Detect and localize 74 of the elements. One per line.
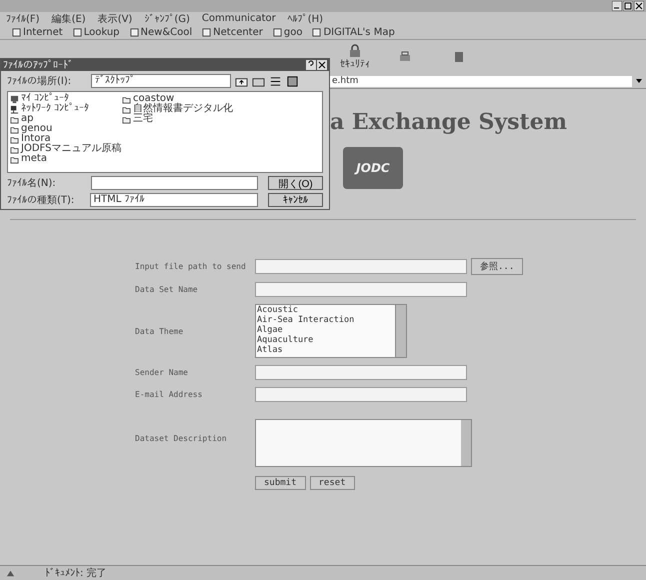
bookmark-link[interactable]: goo xyxy=(272,26,302,38)
bookmark-icon xyxy=(272,28,282,36)
bookmark-icon xyxy=(72,28,82,36)
field-label: Input file path to send xyxy=(135,262,247,271)
computer-icon xyxy=(10,94,19,104)
close-icon[interactable] xyxy=(634,1,644,11)
field-label: Data Theme xyxy=(135,326,184,336)
bookmark-icon xyxy=(130,28,139,36)
toolbar-button[interactable]: ｾｷｭﾘﾃｨ xyxy=(340,44,370,70)
minimize-icon[interactable] xyxy=(612,1,622,11)
file-item[interactable]: 三宅 xyxy=(122,114,272,124)
field-label: E-mail Address xyxy=(135,390,204,399)
close-icon[interactable] xyxy=(317,60,327,70)
list-option[interactable]: Acoustic xyxy=(257,305,395,315)
menu-item[interactable]: Communicator xyxy=(202,13,276,24)
file-item[interactable]: coastow xyxy=(122,94,272,104)
file-item[interactable]: ﾏｲ ｺﾝﾋﾟｭｰﾀ xyxy=(10,94,122,104)
file-path-field[interactable] xyxy=(255,259,467,274)
page-heading: a Exchange System xyxy=(330,109,567,135)
list-box[interactable]: Acoustic Air-Sea Interaction Algae Aquaculture Atlas xyxy=(255,304,407,358)
file-item[interactable]: 自然情報書デジタル化 xyxy=(122,104,272,114)
file-name-field[interactable] xyxy=(91,176,258,190)
list-option[interactable]: Air-Sea Interaction xyxy=(257,315,395,325)
field-label: Dataset Description xyxy=(135,434,228,442)
details-view-icon[interactable] xyxy=(286,74,299,88)
menu-item[interactable]: ｼﾞｬﾝﾌﾟ(G) xyxy=(144,12,190,24)
location-field[interactable]: e.htm xyxy=(330,76,632,86)
logo: JODC xyxy=(343,147,403,189)
text-field[interactable] xyxy=(255,365,467,380)
text-area[interactable] xyxy=(255,419,472,467)
bookmark-link[interactable]: DIGITAL's Map xyxy=(312,26,395,38)
list-option[interactable]: Aquaculture xyxy=(257,335,395,345)
bookmark-icon xyxy=(202,28,212,36)
maximize-icon[interactable] xyxy=(623,1,633,11)
browse-button[interactable]: 参照... xyxy=(471,258,524,275)
form-button[interactable]: reset xyxy=(310,476,355,490)
menu-item[interactable]: ﾍﾙﾌﾟ(H) xyxy=(288,12,324,24)
file-item[interactable]: JODFSマニュアル原稿 xyxy=(10,144,122,154)
file-item[interactable]: ap xyxy=(10,114,122,124)
file-item[interactable]: Intora xyxy=(10,134,122,144)
file-item[interactable]: meta xyxy=(10,154,122,164)
list-option[interactable]: Algae xyxy=(257,325,395,335)
open-button[interactable]: 開く(O) xyxy=(268,176,323,190)
menu-item[interactable]: ﾌｧｲﾙ(F) xyxy=(6,12,40,24)
file-item[interactable]: genou xyxy=(10,124,122,134)
menu-item[interactable]: 表示(V) xyxy=(98,12,132,26)
look-in-label: ﾌｧｲﾙの場所(I): xyxy=(7,74,72,88)
bookmark-link[interactable]: Internet xyxy=(12,26,63,38)
lock-icon xyxy=(348,44,362,58)
field-label: Data Set Name xyxy=(135,285,199,294)
file-name-label: ﾌｧｲﾙ名(N): xyxy=(7,177,57,190)
look-in-dropdown[interactable]: ﾃﾞｽｸﾄｯﾌﾟ xyxy=(91,74,231,88)
network-icon xyxy=(10,104,19,114)
scrollbar[interactable] xyxy=(395,305,406,357)
status-text: ﾄﾞｷｭﾒﾝﾄ: 完了 xyxy=(45,566,107,580)
bookmark-link[interactable]: New&Cool xyxy=(130,26,192,38)
file-type-dropdown[interactable]: HTML ﾌｧｲﾙ xyxy=(90,193,258,207)
bookmark-icon xyxy=(312,28,322,36)
help-icon[interactable] xyxy=(306,60,316,70)
list-view-icon[interactable] xyxy=(269,74,282,88)
cancel-button[interactable]: ｷｬﾝｾﾙ xyxy=(268,193,323,207)
list-option[interactable]: Atlas xyxy=(257,345,395,355)
dialog-title: ﾌｧｲﾙのｱｯﾌﾟﾛｰﾄﾞ xyxy=(3,59,74,71)
text-field[interactable] xyxy=(255,282,467,297)
bookmark-link[interactable]: Netcenter xyxy=(202,26,263,38)
menu-item[interactable]: 編集(E) xyxy=(52,12,86,26)
form-button[interactable]: submit xyxy=(255,476,306,490)
file-type-label: ﾌｧｲﾙの種類(T): xyxy=(7,194,76,207)
bookmark-icon xyxy=(12,28,21,36)
field-label: Sender Name xyxy=(135,368,189,377)
text-field[interactable] xyxy=(255,387,467,402)
bookmark-link[interactable]: Lookup xyxy=(72,26,120,38)
file-item[interactable]: ﾈｯﾄﾜｰｸ ｺﾝﾋﾟｭｰﾀ xyxy=(10,104,122,114)
security-icon xyxy=(6,568,15,578)
